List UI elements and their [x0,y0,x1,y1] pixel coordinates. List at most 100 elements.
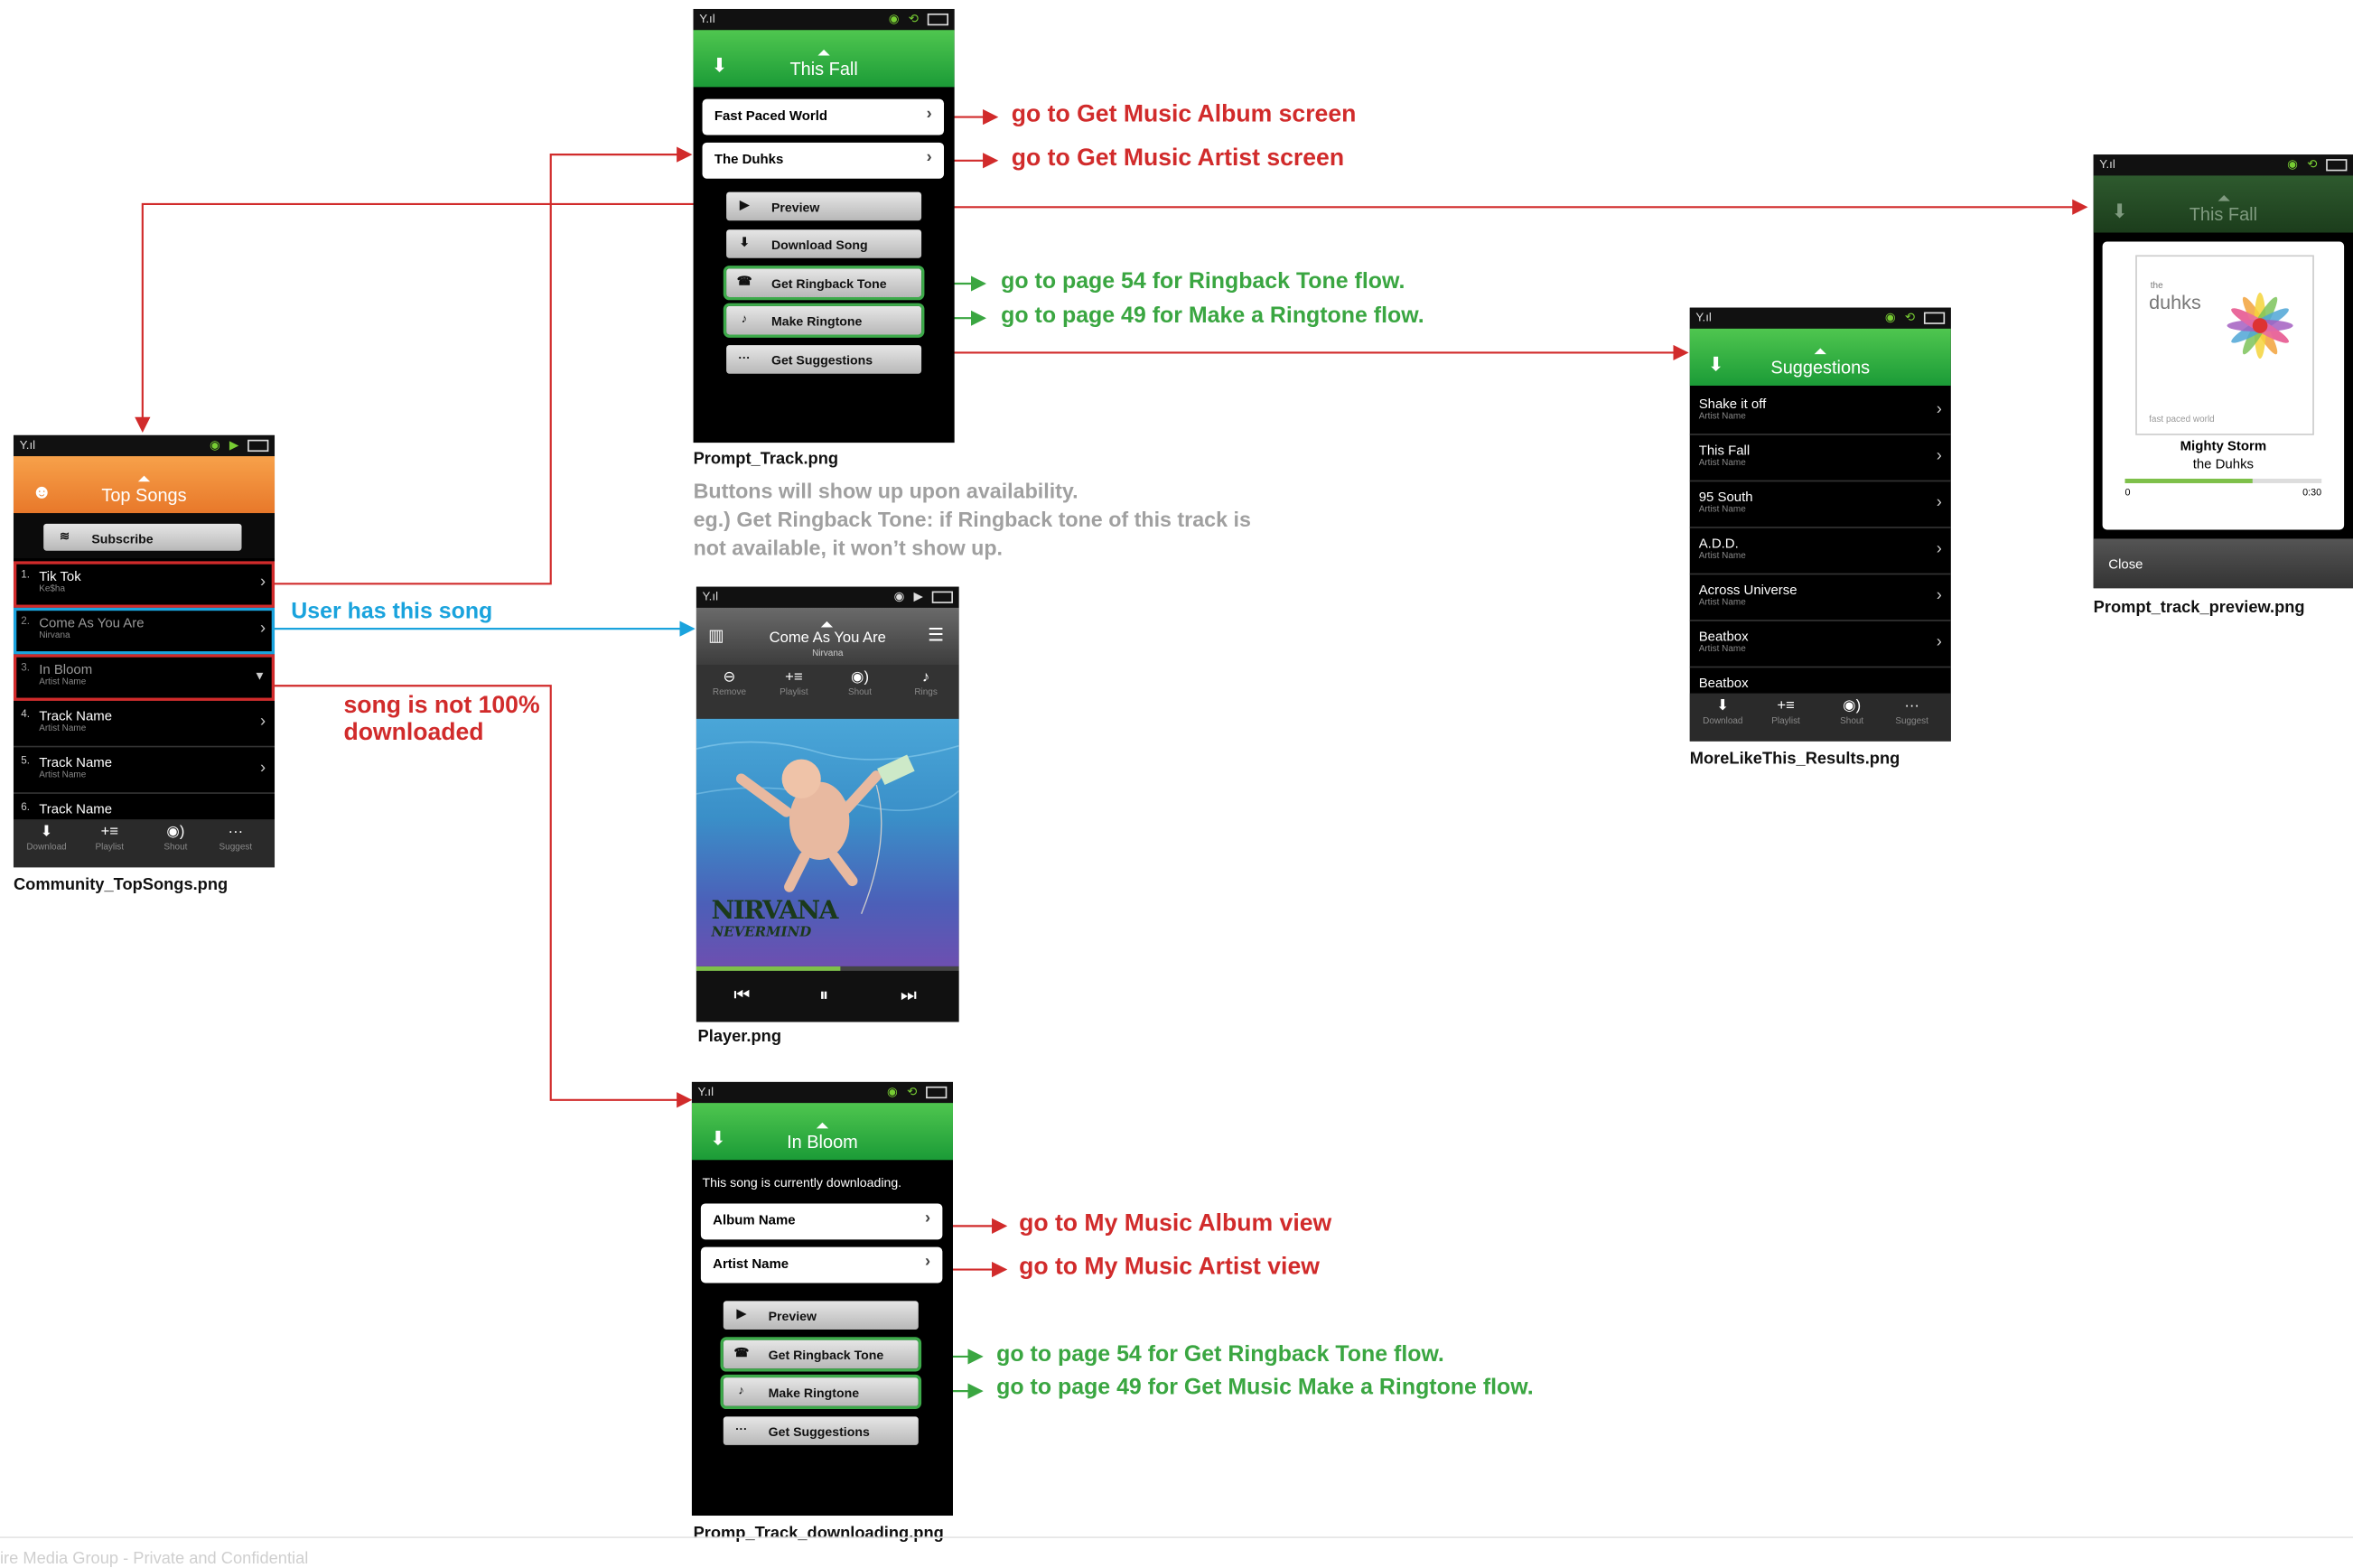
close-button[interactable]: Close [2108,556,2143,572]
tab-download[interactable]: ⬇ Download [1693,698,1752,727]
availability-note: Buttons will show up upon availability. … [694,477,1251,563]
tab-suggest[interactable]: ··· Suggest [206,824,266,853]
status-bar: Y.ıl ◉ ▶ [696,586,959,608]
ringtone-icon: ♪ [741,312,748,326]
row-number: 2. [21,616,30,628]
tab-label: Shout [1840,717,1864,727]
row-number: 5. [21,756,30,767]
button-label: Make Ringtone [768,1385,860,1401]
footer-text: ire Media Group - Private and Confidenti… [0,1550,309,1568]
preview-button[interactable]: ▶ Preview [723,1301,919,1330]
tab-label: Shout [163,843,188,853]
row-subtitle: Artist Name [1698,645,1746,655]
get-suggestions-button[interactable]: ··· Get Suggestions [723,1416,919,1445]
preview-screen: Y.ıl ◉ ⟲ ⬇ This Fall the duhks fast pace… [2093,154,2353,589]
subscribe-label: Subscribe [91,531,154,546]
action-playlist[interactable]: +≡ Playlist [764,669,824,698]
signal-icon: Y.ıl [19,438,36,453]
row-title: Track Name [39,801,113,817]
list-item[interactable]: 5. Track Name Artist Name › [13,747,275,794]
list-item-in-bloom[interactable]: 3. In Bloom Artist Name ▼ [13,654,275,701]
caret-up-icon [2217,194,2230,201]
caption-prompt-track: Prompt_Track.png [693,450,839,469]
shout-icon: ◉) [850,668,870,686]
list-item[interactable]: Shake it off Artist Name › [1689,388,1951,435]
action-label: Shout [847,688,873,698]
row-title: In Bloom [39,661,93,677]
list-item-tik-tok[interactable]: 1. Tik Tok Ke$ha › [13,561,275,608]
pause-icon[interactable]: ⏸ [819,985,828,1007]
tab-download[interactable]: ⬇ Download [16,824,76,853]
list-item[interactable]: This Fall Artist Name › [1689,435,1951,482]
caret-up-icon [1814,348,1826,355]
previous-track-icon[interactable]: ⏮ [733,985,750,1007]
tab-shout[interactable]: ◉) Shout [1822,698,1881,727]
chevron-right-icon: › [926,105,932,124]
artist-name-button[interactable]: Artist Name › [700,1246,943,1283]
tab-playlist[interactable]: +≡ Playlist [1756,698,1816,727]
button-label: Preview [770,199,820,215]
artist-button[interactable]: The Duhks › [702,142,945,179]
note-not-downloaded-line-1: song is not 100% [343,693,540,719]
preview-header: ⬇ This Fall [2093,175,2353,233]
next-track-icon[interactable]: ⏭ [901,985,917,1007]
close-bar[interactable]: Close [2093,538,2353,589]
row-number: 3. [21,663,30,674]
list-item[interactable]: A.D.D. Artist Name › [1689,528,1951,575]
album-button[interactable]: Fast Paced World › [702,98,945,135]
tab-playlist[interactable]: +≡ Playlist [79,824,139,853]
list-item[interactable]: Beatbox [1690,667,1951,695]
action-rings[interactable]: ♪ Rings [896,669,956,698]
top-songs-header: ☻ Top Songs [13,456,275,514]
button-label: Get Ringback Tone [770,275,887,292]
album-brand: duhks [2149,291,2201,314]
get-ringback-tone-button[interactable]: ☎ Get Ringback Tone [720,1337,922,1372]
tab-shout[interactable]: ◉) Shout [145,824,205,853]
list-item[interactable]: 4. Track Name Artist Name › [13,701,275,748]
tab-suggest[interactable]: ··· Suggest [1881,698,1941,727]
album-footer-text: fast paced world [2149,415,2215,425]
note-get-ringback: go to page 54 for Get Ringback Tone flow… [996,1341,1444,1367]
row-number: 6. [21,802,30,814]
status-bar: Y.ıl ◉ ⟲ [693,8,955,31]
preview-card: the duhks fast paced world Mighty Storm … [2102,241,2345,530]
more-icon: ··· [735,1423,748,1436]
footer-divider [0,1536,2353,1538]
preview-button[interactable]: ▶ Preview [726,191,922,221]
list-item[interactable]: Across Universe Artist Name › [1689,574,1951,621]
note-get-ringtone: go to page 49 for Get Music Make a Ringt… [996,1374,1534,1401]
list-item[interactable]: 95 South Artist Name › [1689,481,1951,528]
make-ringtone-button[interactable]: ♪ Make Ringtone [720,1374,922,1410]
remove-icon: ⊖ [723,668,736,686]
row-subtitle: Ke$ha [39,584,66,594]
downloading-message: This song is currently downloading. [702,1174,902,1190]
arrow-tiktok-prompt [275,146,693,585]
list-item-come-as-you-are[interactable]: 2. Come As You Are Nirvana › [13,607,275,655]
list-icon[interactable]: ☰ [928,624,944,645]
row-title: Come As You Are [39,615,145,630]
get-suggestions-button[interactable]: ··· Get Suggestions [726,345,922,374]
list-item[interactable]: Beatbox Artist Name › [1689,621,1951,668]
suggestions-screen: Y.ıl ◉ ⟲ ⬇ Suggestions Shake it off Artist… [1689,307,1951,742]
subscribe-button[interactable]: ≋ Subscribe [43,523,242,551]
chevron-right-icon: › [259,759,266,778]
signal-icon: Y.ıl [702,589,719,603]
get-ringback-tone-button[interactable]: ☎ Get Ringback Tone [723,266,925,301]
button-label: Get Suggestions [770,352,873,369]
battery-icon [926,1086,948,1098]
chevron-right-icon: › [1936,540,1942,559]
album-name-button[interactable]: Album Name › [700,1203,943,1240]
note-not-downloaded: song is not 100% downloaded [343,694,539,748]
caption-player: Player.png [697,1028,781,1046]
download-icon: ⬇ [40,824,53,841]
note-user-has-song: User has this song [291,598,493,625]
action-shout[interactable]: ◉) Shout [830,669,890,698]
row-title: 95 South [1698,489,1753,505]
flow-arrows [135,108,2088,1399]
row-subtitle: Artist Name [1698,412,1746,422]
action-remove[interactable]: ⊖ Remove [699,669,759,698]
make-ringtone-button[interactable]: ♪ Make Ringtone [723,303,925,338]
downloading-title: In Bloom [787,1131,858,1153]
download-song-button[interactable]: ⬇ Download Song [726,229,922,258]
preview-progress-track[interactable] [2124,478,2322,483]
